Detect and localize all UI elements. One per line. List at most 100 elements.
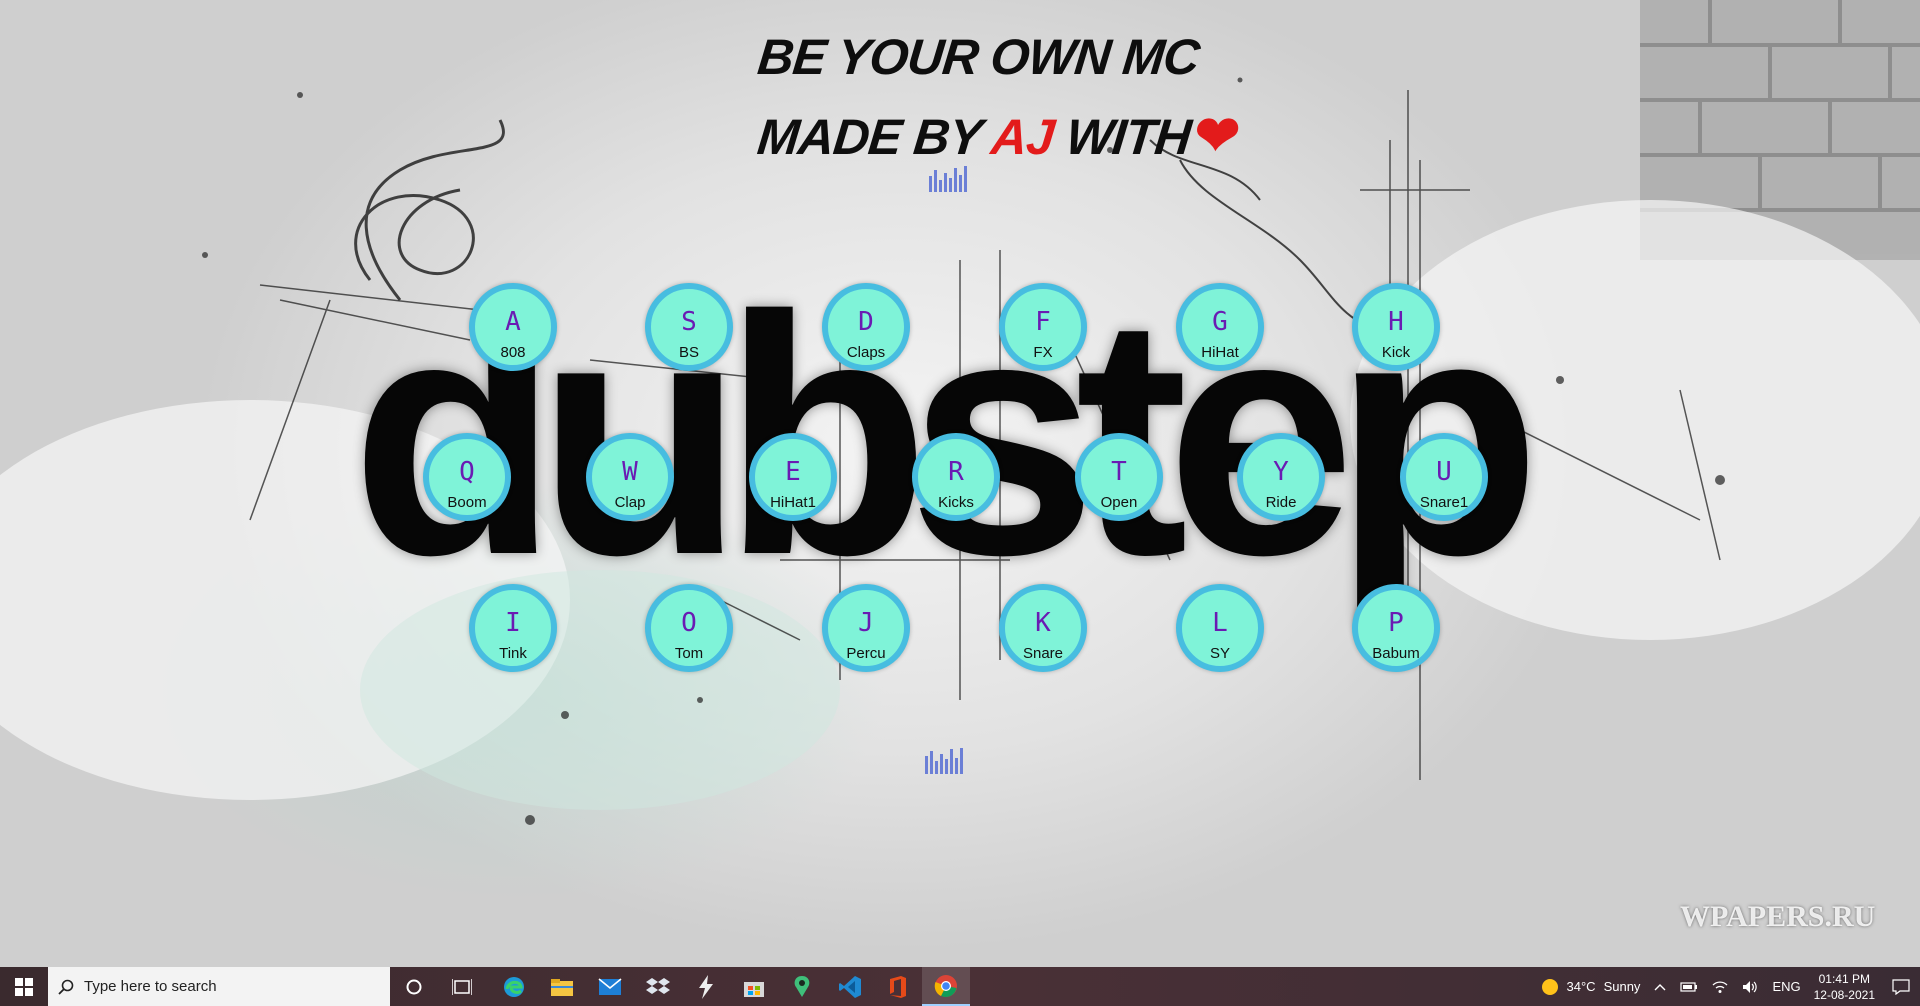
weather-widget[interactable]: 34°C Sunny bbox=[1541, 978, 1641, 996]
wallpaper-watermark: WPAPERS.RU bbox=[1680, 900, 1876, 933]
file-explorer-icon[interactable] bbox=[538, 967, 586, 1006]
pad-key-label: Y bbox=[1273, 457, 1289, 487]
drum-pad-l[interactable]: L SY bbox=[1176, 584, 1264, 672]
pad-sound-label: FX bbox=[1033, 344, 1053, 361]
office-icon[interactable] bbox=[874, 967, 922, 1006]
volume-control[interactable] bbox=[1742, 980, 1758, 994]
equalizer-icon bbox=[929, 166, 967, 192]
drum-pad-e[interactable]: E HiHat1 bbox=[749, 433, 837, 521]
envelope-icon bbox=[598, 977, 622, 995]
chevron-up-icon bbox=[1654, 983, 1666, 990]
pad-key-label: F bbox=[1035, 307, 1051, 337]
pad-key-label: D bbox=[858, 307, 874, 337]
map-pin-icon bbox=[794, 975, 810, 997]
drum-pad-i[interactable]: I Tink bbox=[469, 584, 557, 672]
weather-temp: 34°C bbox=[1566, 979, 1596, 994]
dropbox-icon[interactable] bbox=[634, 967, 682, 1006]
drum-pad-y[interactable]: Y Ride bbox=[1237, 433, 1325, 521]
drum-pad-p[interactable]: P Babum bbox=[1352, 584, 1440, 672]
drum-pad-f[interactable]: F FX bbox=[999, 283, 1087, 371]
taskbar-search[interactable]: Type here to search bbox=[48, 967, 390, 1006]
windows-logo-icon bbox=[15, 977, 33, 996]
task-view-glyph-icon bbox=[452, 978, 472, 995]
pad-sound-label: Open bbox=[1100, 494, 1138, 511]
pad-sound-label: Tom bbox=[674, 645, 704, 662]
pad-key-label: O bbox=[681, 608, 697, 638]
pad-sound-label: Kick bbox=[1381, 344, 1411, 361]
equalizer-icon-bottom bbox=[925, 748, 963, 774]
pad-sound-label: 808 bbox=[500, 344, 526, 361]
show-hidden-icons[interactable] bbox=[1654, 983, 1666, 991]
tagline-title: BE YOUR OWN MC bbox=[755, 29, 1202, 85]
pad-sound-label: Boom bbox=[447, 494, 487, 511]
store-icon[interactable] bbox=[730, 967, 778, 1006]
start-button[interactable] bbox=[0, 967, 48, 1006]
pad-sound-label: Snare1 bbox=[1419, 494, 1469, 511]
drum-pad-t[interactable]: T Open bbox=[1075, 433, 1163, 521]
heart-icon: ❤ bbox=[1191, 106, 1242, 166]
drum-pad-j[interactable]: J Percu bbox=[822, 584, 910, 672]
battery-status[interactable] bbox=[1680, 981, 1698, 993]
pad-sound-label: Kicks bbox=[938, 494, 974, 511]
pad-key-label: S bbox=[681, 307, 697, 337]
cortana-icon[interactable] bbox=[390, 967, 438, 1006]
pad-key-label: A bbox=[505, 307, 521, 337]
office-logo-icon bbox=[890, 975, 906, 998]
network-status[interactable] bbox=[1712, 980, 1728, 994]
pad-key-label: G bbox=[1212, 307, 1228, 337]
pad-key-label: L bbox=[1212, 608, 1228, 638]
drum-pad-u[interactable]: U Snare1 bbox=[1400, 433, 1488, 521]
vscode-icon[interactable] bbox=[826, 967, 874, 1006]
drum-pad-q[interactable]: Q Boom bbox=[423, 433, 511, 521]
notification-icon bbox=[1892, 978, 1910, 995]
winamp-icon[interactable] bbox=[682, 967, 730, 1006]
drum-pad-r[interactable]: R Kicks bbox=[912, 433, 1000, 521]
clock-date: 12-08-2021 bbox=[1813, 987, 1875, 1002]
pad-key-label: U bbox=[1436, 457, 1452, 487]
mail-icon[interactable] bbox=[586, 967, 634, 1006]
vscode-logo-icon bbox=[839, 975, 861, 998]
battery-icon bbox=[1680, 981, 1698, 992]
windows-taskbar: Type here to search 34°C Sunny ENG 01:41… bbox=[0, 967, 1920, 1006]
app-canvas: dubstep BE YOUR OWN MC MADE BY AJ WITH❤ … bbox=[0, 0, 1920, 967]
pad-sound-label: Tink bbox=[499, 645, 527, 662]
drum-pad-h[interactable]: H Kick bbox=[1352, 283, 1440, 371]
credit-line: MADE BY AJ WITH❤ bbox=[755, 104, 1242, 167]
pad-key-label: T bbox=[1111, 457, 1127, 487]
pad-key-label: J bbox=[858, 608, 874, 638]
taskbar-clock[interactable]: 01:41 PM 12-08-2021 bbox=[1814, 971, 1875, 1003]
language-label: ENG bbox=[1772, 979, 1801, 994]
maps-icon[interactable] bbox=[778, 967, 826, 1006]
pad-sound-label: BS bbox=[678, 344, 699, 361]
drum-pad-s[interactable]: S BS bbox=[645, 283, 733, 371]
weather-text: Sunny bbox=[1603, 979, 1641, 994]
pad-sound-label: HiHat bbox=[1201, 344, 1239, 361]
pad-key-label: W bbox=[622, 457, 638, 487]
pad-sound-label: Babum bbox=[1372, 645, 1420, 662]
bolt-icon bbox=[699, 974, 713, 999]
edge-icon[interactable] bbox=[490, 967, 538, 1006]
drum-pad-g[interactable]: G HiHat bbox=[1176, 283, 1264, 371]
notifications-button[interactable] bbox=[1892, 978, 1910, 995]
task-view-icon[interactable] bbox=[438, 967, 486, 1006]
dropbox-box-icon bbox=[646, 977, 670, 994]
search-icon bbox=[58, 979, 74, 995]
pad-sound-label: Claps bbox=[846, 344, 886, 361]
folder-icon bbox=[551, 978, 573, 996]
pad-key-label: R bbox=[948, 457, 964, 487]
drum-pad-a[interactable]: A 808 bbox=[469, 283, 557, 371]
chrome-icon[interactable] bbox=[922, 967, 970, 1006]
drum-pad-k[interactable]: K Snare bbox=[999, 584, 1087, 672]
drum-pad-w[interactable]: W Clap bbox=[586, 433, 674, 521]
pad-sound-label: SY bbox=[1209, 645, 1230, 662]
pad-sound-label: Ride bbox=[1265, 494, 1297, 511]
pad-sound-label: HiHat1 bbox=[770, 494, 816, 511]
pad-key-label: E bbox=[785, 457, 801, 487]
drum-pad-o[interactable]: O Tom bbox=[645, 584, 733, 672]
input-language[interactable]: ENG bbox=[1772, 979, 1800, 994]
pad-sound-label: Percu bbox=[846, 645, 886, 662]
pad-key-label: I bbox=[505, 608, 521, 638]
drum-pad-d[interactable]: D Claps bbox=[822, 283, 910, 371]
edge-browser-icon bbox=[504, 976, 524, 997]
pad-key-label: P bbox=[1388, 608, 1404, 638]
